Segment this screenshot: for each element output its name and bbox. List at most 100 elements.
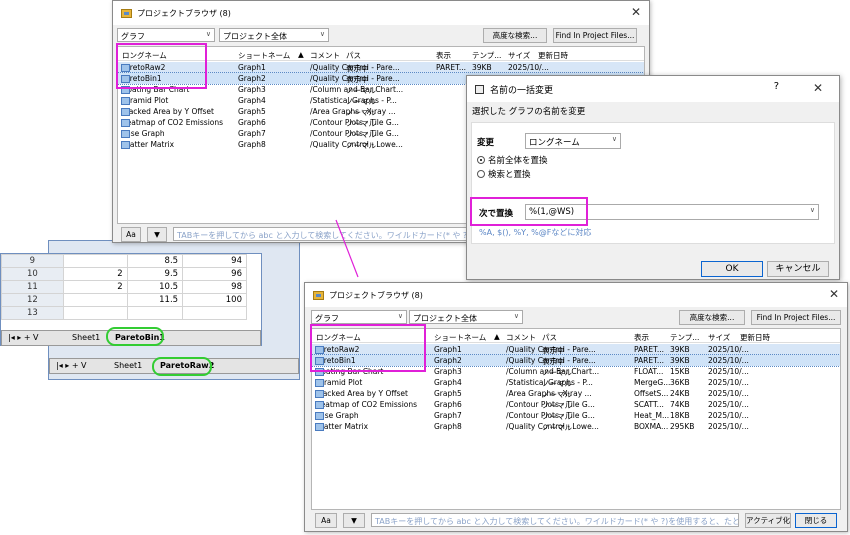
window-title: プロジェクトブラウザ (8) [329,290,423,300]
col-size[interactable]: サイズ [508,50,530,61]
cell-text: Graph2 [238,74,266,83]
search-box[interactable]: TABキーを押してから abc と入力して検索してください。ワイルドカード(* … [371,513,739,527]
graph-icon [121,130,130,138]
cell[interactable] [62,254,128,268]
table-row[interactable]: Stacked Area by Y Offset Graph5/Area Grap… [312,388,840,399]
help-icon[interactable]: ? [774,81,779,92]
search-hint: TABキーを押してから abc と入力して検索してください。ワイルドカード(* … [177,231,473,240]
sheet-nav-1[interactable]: |◂ ▸ + V [8,333,39,342]
cell[interactable]: 9.5 [126,267,184,281]
table-cell: Stacked Area by Y Offset [121,107,214,116]
col-path[interactable]: パス [346,50,361,61]
cell[interactable]: 96 [182,267,247,281]
filter-button[interactable]: ▼ [343,513,365,528]
col-comment[interactable]: コメント [506,332,536,343]
magenta-box-replace [470,197,588,226]
cell[interactable]: 8.5 [126,254,184,268]
advanced-search-button[interactable]: 高度な検索... [679,310,745,325]
table-cell: FLOAT... [634,367,663,376]
col-shortname[interactable]: ショートネーム [434,332,486,343]
aa-button[interactable]: Aa [315,513,337,528]
cell[interactable]: 94 [182,254,247,268]
ok-button[interactable]: OK [701,261,763,277]
cell-text: Stacked Area by Y Offset [315,389,408,398]
cell[interactable] [62,306,128,320]
cell[interactable]: 2 [62,280,128,294]
close-icon[interactable]: ✕ [631,5,641,19]
sheet-row: 12 11.5 100 [1,293,247,307]
search-box[interactable]: TABキーを押してから abc と入力して検索してください。ワイルドカード(* … [173,227,473,241]
cell[interactable] [182,306,247,320]
cell[interactable]: 10.5 [126,280,184,294]
cell-text: Graph6 [434,400,462,409]
col-size[interactable]: サイズ [708,332,730,343]
cell[interactable] [62,293,128,307]
cell-text: 39KB [670,356,690,365]
table-row[interactable]: Scatter Matrix Graph8/Quality Control - L… [312,421,840,432]
radio-replace-all[interactable]: 名前全体を置換 [477,154,548,166]
find-in-project-files-button[interactable]: Find In Project Files... [553,28,637,43]
filter-type-value: グラフ [315,314,339,323]
sheet-nav-2[interactable]: |◂ ▸ + V [56,361,87,370]
close-icon[interactable]: ✕ [813,81,823,95]
cell-text: Heatmap of CO2 Emissions [121,118,224,127]
cell-text: SCATT... [634,400,664,409]
cell-text: Heat_M... [634,411,670,420]
cell-text: 2025/10/... [708,367,749,376]
cell-text: 36KB [670,378,690,387]
cell-text: Graph1 [434,345,462,354]
radio-replace-all-label: 名前全体を置換 [488,156,548,166]
table-row[interactable]: Pyramid Plot Graph4/Statistical Graphs - … [312,377,840,388]
table-cell: 39KB [670,345,690,354]
table-cell: PARET... [436,63,466,72]
find-in-project-files-button[interactable]: Find In Project Files... [751,310,841,325]
col-comment[interactable]: コメント [310,50,340,61]
cell[interactable]: 100 [182,293,247,307]
table-row[interactable]: Heatmap of CO2 Emissions Graph6/Contour P… [312,399,840,410]
sheet-tab-sheet1[interactable]: Sheet1 [72,333,100,342]
cell[interactable]: 2 [62,267,128,281]
cell-text: ノーマル [542,390,572,399]
dialog-title: 名前の一括変更 [490,85,554,96]
radio-find-replace[interactable]: 検索と置換 [477,168,531,180]
table-cell: Graph3 [434,367,462,376]
aa-button[interactable]: Aa [121,227,141,242]
filter-button[interactable]: ▼ [147,227,167,242]
table-cell: MergeG... [634,378,670,387]
table-cell: Heat_M... [634,411,669,420]
table-cell: Scatter Matrix [315,422,368,431]
table-cell: Graph8 [434,422,462,431]
cell-text: ノーマル [542,379,572,388]
col-modified[interactable]: 更新日時 [538,50,568,61]
col-modified[interactable]: 更新日時 [740,332,770,343]
sheet-tab-sheet1-b[interactable]: Sheet1 [114,361,142,370]
close-icon[interactable]: ✕ [829,287,839,301]
cell-text: ノーマル [542,423,572,432]
table-row[interactable]: Base Graph Graph7/Contour Plots - Tile G.… [312,410,840,421]
filter-scope-select[interactable]: プロジェクト全体 ∨ [409,310,523,324]
cell[interactable]: 11.5 [126,293,184,307]
col-template[interactable]: テンプ... [472,50,501,61]
filter-scope-value: プロジェクト全体 [413,314,477,323]
cell[interactable] [126,306,184,320]
col-show[interactable]: 表示 [634,332,649,343]
cell-text: Graph3 [238,85,266,94]
activate-button[interactable]: アクティブ化 [745,513,791,528]
cell[interactable]: 98 [182,280,247,294]
cell-text: 24KB [670,389,690,398]
col-path[interactable]: パス [542,332,557,343]
cancel-button[interactable]: キャンセル [767,261,829,277]
cell-text: 表示中 [542,346,565,355]
filter-type-select[interactable]: グラフ ∨ [117,28,215,42]
cell-text: ノーマル [346,130,376,139]
col-template[interactable]: テンプ... [670,332,699,343]
cell-text: 2025/10/... [708,378,749,387]
filter-type-select[interactable]: グラフ ∨ [311,310,407,324]
col-show[interactable]: 表示 [436,50,451,61]
filter-scope-select[interactable]: プロジェクト全体 ∨ [219,28,329,42]
col-shortname[interactable]: ショートネーム [238,50,290,61]
change-target-select[interactable]: ロングネーム ∨ [525,133,621,149]
advanced-search-button[interactable]: 高度な検索... [483,28,547,43]
cell-text: Graph4 [434,378,462,387]
close-button[interactable]: 閉じる [795,513,837,528]
